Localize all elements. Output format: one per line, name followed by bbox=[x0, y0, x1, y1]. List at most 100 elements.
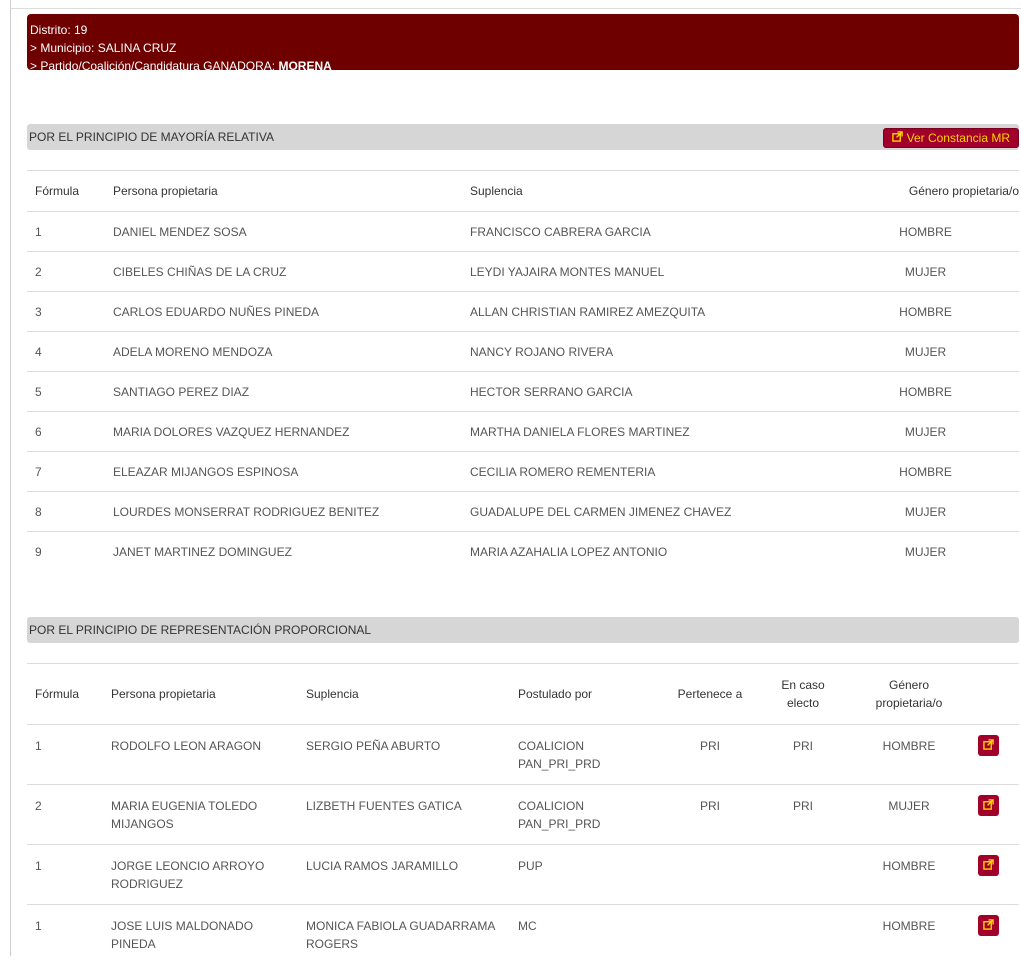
table-row: 2 MARIA EUGENIA TOLEDO MIJANGOS LIZBETH … bbox=[27, 784, 1019, 845]
district-banner: Distrito: 19 > Municipio: SALINA CRUZ > … bbox=[27, 14, 1019, 73]
mr-col-propietaria: Persona propietaria bbox=[113, 184, 218, 198]
district-line: Distrito: 19 bbox=[30, 23, 88, 37]
cell-propietaria: MARIA DOLORES VAZQUEZ HERNANDEZ bbox=[105, 411, 462, 452]
table-row: 7 ELEAZAR MIJANGOS ESPINOSA CECILIA ROMERO… bbox=[27, 451, 1019, 492]
rp-col-suplencia: Suplencia bbox=[306, 687, 359, 701]
winner-label: > Partido/Coalición/Candidatura GANADORA… bbox=[30, 59, 279, 73]
cell-suplencia: LEYDI YAJAIRA MONTES MANUEL bbox=[462, 251, 832, 292]
cell-electo: PRI bbox=[758, 724, 848, 785]
cell-pertenece bbox=[662, 844, 758, 905]
cell-propietaria: RODOLFO LEON ARAGON bbox=[103, 724, 298, 785]
cell-formula: 5 bbox=[27, 371, 105, 412]
cell-genero: MUJER bbox=[832, 491, 1019, 532]
cell-genero: MUJER bbox=[832, 411, 1019, 452]
cell-genero: HOMBRE bbox=[832, 371, 1019, 412]
rp-table-header: Fórmula Persona propietaria Suplencia Po… bbox=[27, 663, 1019, 725]
cell-genero: MUJER bbox=[832, 251, 1019, 292]
cell-propietaria: DANIEL MENDEZ SOSA bbox=[105, 211, 462, 252]
cell-suplencia: NANCY ROJANO RIVERA bbox=[462, 331, 832, 372]
cell-actions bbox=[970, 844, 1019, 905]
results-panel: Distrito: 19 > Municipio: SALINA CRUZ > … bbox=[27, 14, 1019, 965]
cell-suplencia: SERGIO PEÑA ABURTO bbox=[298, 724, 510, 785]
cell-propietaria: SANTIAGO PEREZ DIAZ bbox=[105, 371, 462, 412]
table-row: 1 DANIEL MENDEZ SOSA FRANCISCO CABRERA GAR… bbox=[27, 211, 1019, 252]
cell-genero: HOMBRE bbox=[848, 844, 970, 905]
cell-postulado: COALICION PAN_PRI_PRD bbox=[510, 784, 662, 845]
municipality-line: > Municipio: SALINA CRUZ bbox=[30, 41, 177, 55]
cell-formula: 8 bbox=[27, 491, 105, 532]
cell-propietaria: JANET MARTINEZ DOMINGUEZ bbox=[105, 531, 462, 571]
rp-table: Fórmula Persona propietaria Suplencia Po… bbox=[27, 663, 1019, 965]
cell-formula: 1 bbox=[27, 211, 105, 252]
mr-table: Fórmula Persona propietaria Suplencia Gé… bbox=[27, 170, 1019, 571]
cell-postulado: PUP bbox=[510, 844, 662, 905]
cell-genero: HOMBRE bbox=[832, 211, 1019, 252]
cell-propietaria: CARLOS EDUARDO NUÑES PINEDA bbox=[105, 291, 462, 332]
cell-formula: 7 bbox=[27, 451, 105, 492]
cell-suplencia: HECTOR SERRANO GARCIA bbox=[462, 371, 832, 412]
rp-col-formula: Fórmula bbox=[35, 687, 80, 701]
cell-propietaria: ELEAZAR MIJANGOS ESPINOSA bbox=[105, 451, 462, 492]
mr-section-title: POR EL PRINCIPIO DE MAYORÍA RELATIVA bbox=[29, 130, 274, 144]
rp-col-electo: En caso electo bbox=[781, 678, 825, 710]
cell-suplencia: MARTHA DANIELA FLORES MARTINEZ bbox=[462, 411, 832, 452]
external-link-icon[interactable] bbox=[978, 855, 999, 876]
rp-col-actions bbox=[970, 664, 1019, 725]
mr-col-formula: Fórmula bbox=[35, 184, 80, 198]
external-link-icon[interactable] bbox=[978, 795, 999, 816]
cell-formula: 9 bbox=[27, 531, 105, 571]
cell-propietaria: CIBELES CHIÑAS DE LA CRUZ bbox=[105, 251, 462, 292]
cell-formula: 1 bbox=[27, 844, 103, 905]
rp-col-propietaria: Persona propietaria bbox=[111, 687, 216, 701]
external-link-icon bbox=[891, 129, 903, 147]
table-row: 1 RODOLFO LEON ARAGON SERGIO PEÑA ABURTO… bbox=[27, 724, 1019, 785]
cell-propietaria: JORGE LEONCIO ARROYO RODRIGUEZ bbox=[103, 844, 298, 905]
winner-line: > Partido/Coalición/Candidatura GANADORA… bbox=[30, 57, 1016, 75]
table-row: 9 JANET MARTINEZ DOMINGUEZ MARIA AZAHALIA … bbox=[27, 531, 1019, 571]
cell-genero: HOMBRE bbox=[832, 451, 1019, 492]
cell-genero: MUJER bbox=[832, 331, 1019, 372]
external-link-icon[interactable] bbox=[978, 915, 999, 936]
cell-propietaria: ADELA MORENO MENDOZA bbox=[105, 331, 462, 372]
cell-pertenece: PRI bbox=[662, 724, 758, 785]
cell-electo bbox=[758, 844, 848, 905]
cell-electo: PRI bbox=[758, 784, 848, 845]
cell-postulado: COALICION PAN_PRI_PRD bbox=[510, 724, 662, 785]
cell-propietaria: MARIA EUGENIA TOLEDO MIJANGOS bbox=[103, 784, 298, 845]
external-link-icon[interactable] bbox=[978, 735, 999, 756]
mr-col-suplencia: Suplencia bbox=[470, 184, 523, 198]
table-row: 2 CIBELES CHIÑAS DE LA CRUZ LEYDI YAJAIRA … bbox=[27, 251, 1019, 292]
cell-formula: 2 bbox=[27, 251, 105, 292]
mr-table-header: Fórmula Persona propietaria Suplencia Gé… bbox=[27, 170, 1019, 212]
cell-pertenece: PRI bbox=[662, 784, 758, 845]
cell-suplencia: MARIA AZAHALIA LOPEZ ANTONIO bbox=[462, 531, 832, 571]
rp-section-header: POR EL PRINCIPIO DE REPRESENTACIÓN PROPO… bbox=[27, 617, 1019, 643]
ver-constancia-mr-button[interactable]: Ver Constancia MR bbox=[882, 128, 1019, 148]
left-rule bbox=[10, 0, 11, 956]
top-rule bbox=[10, 8, 1021, 9]
cell-genero: HOMBRE bbox=[848, 724, 970, 785]
cell-formula: 4 bbox=[27, 331, 105, 372]
cell-suplencia: CECILIA ROMERO REMENTERIA bbox=[462, 451, 832, 492]
cell-formula: 6 bbox=[27, 411, 105, 452]
cell-genero: MUJER bbox=[848, 784, 970, 845]
table-row: 5 SANTIAGO PEREZ DIAZ HECTOR SERRANO GARCI… bbox=[27, 371, 1019, 412]
cell-suplencia: GUADALUPE DEL CARMEN JIMENEZ CHAVEZ bbox=[462, 491, 832, 532]
winner-party: MORENA bbox=[278, 59, 332, 73]
cell-formula: 3 bbox=[27, 291, 105, 332]
rp-col-genero: Género propietaria/o bbox=[875, 678, 943, 710]
cell-suplencia: FRANCISCO CABRERA GARCIA bbox=[462, 211, 832, 252]
cell-actions bbox=[970, 784, 1019, 845]
mr-section-header: POR EL PRINCIPIO DE MAYORÍA RELATIVA Ver… bbox=[27, 124, 1019, 150]
table-row: 1 JORGE LEONCIO ARROYO RODRIGUEZ LUCIA R… bbox=[27, 844, 1019, 905]
cell-formula: 2 bbox=[27, 784, 103, 845]
table-row: 3 CARLOS EDUARDO NUÑES PINEDA ALLAN CHRIST… bbox=[27, 291, 1019, 332]
table-row: 4 ADELA MORENO MENDOZA NANCY ROJANO RIVERA… bbox=[27, 331, 1019, 372]
cell-genero: MUJER bbox=[832, 531, 1019, 571]
table-row: 6 MARIA DOLORES VAZQUEZ HERNANDEZ MARTHA D… bbox=[27, 411, 1019, 452]
cell-suplencia: LIZBETH FUENTES GATICA bbox=[298, 784, 510, 845]
ver-constancia-mr-label: Ver Constancia MR bbox=[906, 131, 1010, 145]
rp-section-title: POR EL PRINCIPIO DE REPRESENTACIÓN PROPO… bbox=[29, 623, 372, 637]
rp-col-postulado: Postulado por bbox=[518, 687, 593, 701]
cell-suplencia: LUCIA RAMOS JARAMILLO bbox=[298, 844, 510, 905]
